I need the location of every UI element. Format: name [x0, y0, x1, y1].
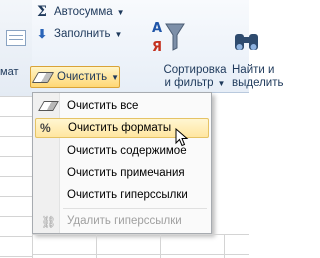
menu-item-label: Очистить содержимое [67, 145, 187, 157]
worksheet-grid[interactable] [32, 234, 249, 258]
menu-item-label: Очистить форматы [68, 122, 172, 134]
format-label-fragment: мат [0, 66, 19, 78]
sort-filter-icon[interactable]: А Я [146, 18, 186, 58]
autosum-button[interactable]: Σ Автосумма ▼ [34, 2, 125, 22]
find-select-button[interactable]: Найти и выделить [232, 64, 284, 90]
menu-item-label: Очистить примечания [67, 167, 185, 179]
percent-eraser-icon: % [40, 121, 51, 135]
binoculars-icon[interactable] [232, 26, 262, 56]
remove-link-icon: ⛓ [41, 215, 57, 229]
chevron-down-icon: ▼ [114, 29, 123, 39]
find-select-label-line1: Найти и [232, 64, 275, 76]
format-icon[interactable] [6, 30, 26, 46]
clear-button[interactable]: Очистить ▼ [30, 66, 120, 88]
eraser-icon [38, 101, 59, 111]
mouse-pointer-icon [175, 128, 189, 147]
menu-item-label: Удалить гиперссылки [67, 215, 182, 227]
clear-label: Очистить [57, 71, 108, 83]
worksheet-grid-left[interactable] [0, 96, 32, 258]
svg-text:Я: Я [152, 40, 162, 55]
menu-item-label: Очистить все [67, 100, 139, 112]
chevron-down-icon: ▼ [111, 72, 119, 82]
sort-filter-button[interactable]: Сортировка и фильтр ▼ [156, 64, 234, 90]
chevron-down-icon: ▼ [217, 79, 226, 88]
find-select-label-line2: выделить [232, 77, 284, 89]
fill-down-icon: ⬇ [36, 27, 48, 41]
menu-item-clear-all[interactable]: Очистить все [35, 96, 209, 116]
autosum-label: Автосумма [54, 6, 113, 18]
sort-filter-label-line2: и фильтр ▼ [164, 77, 226, 89]
menu-item-clear-comments[interactable]: Очистить примечания [35, 163, 209, 183]
fill-button[interactable]: ⬇ Заполнить ▼ [34, 24, 122, 44]
menu-separator [63, 208, 207, 209]
chevron-down-icon: ▼ [116, 7, 125, 17]
menu-item-remove-hyperlinks: ⛓ Удалить гиперссылки [35, 211, 209, 231]
eraser-icon [31, 71, 55, 83]
menu-item-label: Очистить гиперссылки [67, 189, 188, 201]
ribbon-left-fragment: мат [0, 0, 33, 96]
svg-text:А: А [152, 21, 162, 36]
menu-item-clear-hyperlinks[interactable]: Очистить гиперссылки [35, 185, 209, 205]
sigma-icon: Σ [37, 4, 47, 20]
sort-filter-label-line1: Сортировка [163, 64, 227, 76]
clear-dropdown-menu: Очистить все % Очистить форматы Очистить… [32, 92, 212, 234]
fill-label: Заполнить [54, 28, 111, 40]
